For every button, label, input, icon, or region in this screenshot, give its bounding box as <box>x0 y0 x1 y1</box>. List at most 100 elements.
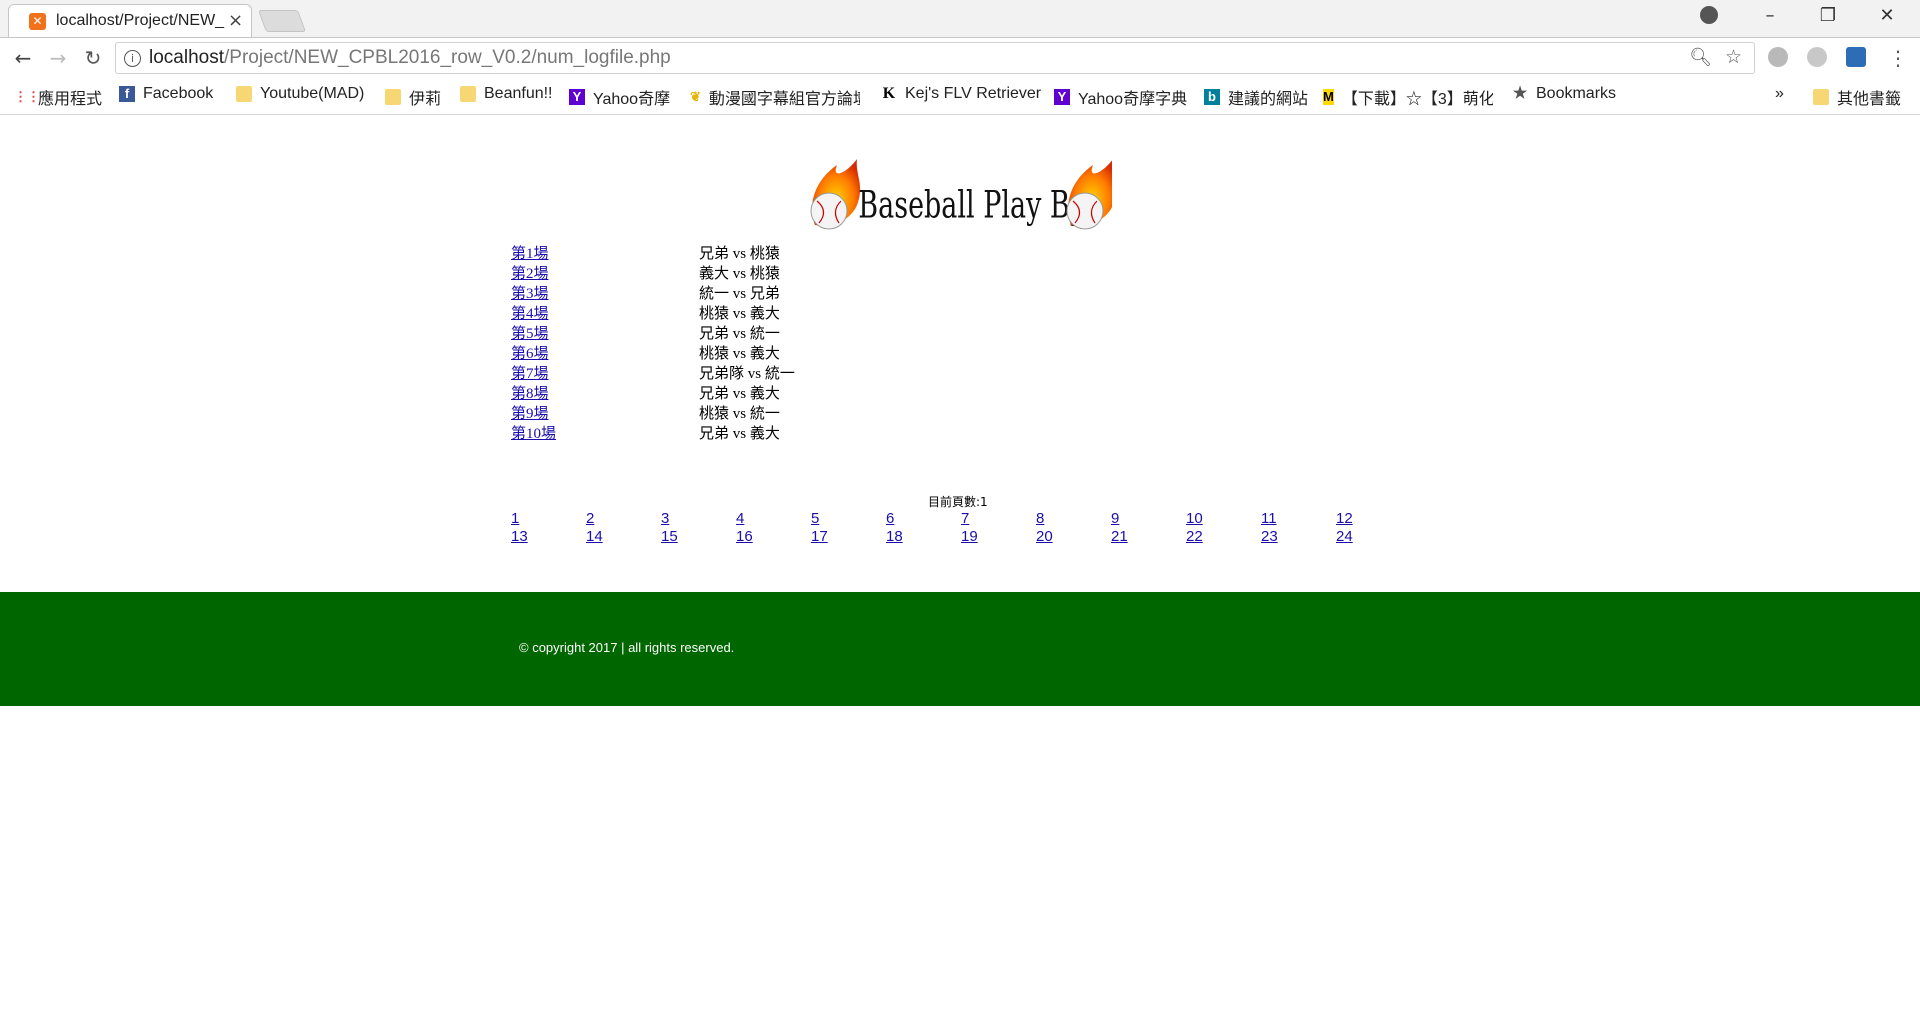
yahoo-icon: Y <box>569 89 585 105</box>
tab-strip: ✕ localhost/Project/NEW_ × – ❐ ✕ <box>0 0 1920 38</box>
folder-icon <box>460 86 476 102</box>
game-teams: 桃猿 vs 義大 <box>699 306 780 322</box>
page-link[interactable]: 8 <box>1036 510 1044 527</box>
page-link[interactable]: 11 <box>1261 510 1277 527</box>
forward-arrow-icon[interactable]: → <box>44 46 72 70</box>
zoom-icon[interactable]: 🔍︎ <box>1689 47 1712 68</box>
bookmark-star-icon[interactable]: ☆ <box>1725 46 1742 68</box>
game-teams: 桃猿 vs 義大 <box>699 346 780 362</box>
pagination-row: 13 14 15 16 17 18 19 20 21 22 23 24 <box>511 528 1411 546</box>
page-link[interactable]: 24 <box>1336 528 1353 545</box>
flaming-baseball-icon <box>810 159 861 230</box>
tab-close-icon[interactable]: × <box>228 10 243 31</box>
page-link[interactable]: 3 <box>661 510 669 527</box>
page-link[interactable]: 6 <box>886 510 894 527</box>
game-teams: 桃猿 vs 統一 <box>699 406 780 422</box>
game-row: 第6場 桃猿 vs 義大 <box>511 342 911 362</box>
bookmark-suggested-sites[interactable]: b 建議的網站 <box>1204 85 1308 109</box>
extension-m-icon[interactable] <box>1807 47 1827 67</box>
extension-globe-icon[interactable] <box>1768 47 1788 67</box>
page-link[interactable]: 5 <box>811 510 819 527</box>
page-link[interactable]: 1 <box>511 510 519 527</box>
bookmark-yahoo-dictionary[interactable]: Y Yahoo奇摩字典 <box>1054 85 1187 109</box>
bookmark-beanfun[interactable]: Beanfun!! <box>460 85 553 103</box>
apps-grid-icon: ⋮⋮ <box>14 89 40 104</box>
game-link[interactable]: 第3場 <box>511 282 549 303</box>
game-link[interactable]: 第7場 <box>511 362 549 383</box>
page-link[interactable]: 12 <box>1336 510 1353 527</box>
bookmark-facebook[interactable]: f Facebook <box>119 85 213 103</box>
game-teams: 兄弟 vs 義大 <box>699 386 780 402</box>
game-row: 第2場 義大 vs 桃猿 <box>511 262 911 282</box>
bookmark-youtube-mad[interactable]: Youtube(MAD) <box>236 85 364 103</box>
game-row: 第10場 兄弟 vs 義大 <box>511 422 911 442</box>
game-teams: 兄弟隊 vs 統一 <box>699 366 795 382</box>
game-row: 第4場 桃猿 vs 義大 <box>511 302 911 322</box>
bookmark-eyny[interactable]: 伊莉 <box>385 85 441 109</box>
minimize-button[interactable]: – <box>1750 5 1790 26</box>
pagination-row: 1 2 3 4 5 6 7 8 9 10 11 12 <box>511 510 1411 528</box>
page-link[interactable]: 16 <box>736 528 753 545</box>
bookmark-other-bookmarks[interactable]: 其他書籤 <box>1813 85 1901 109</box>
page-link[interactable]: 20 <box>1036 528 1053 545</box>
address-bar[interactable]: i localhost/Project/NEW_CPBL2016_row_V0.… <box>115 42 1755 74</box>
page-footer: © copyright 2017 | all rights reserved. <box>0 592 1920 706</box>
star-icon: ★ <box>1512 85 1528 102</box>
game-row: 第8場 兄弟 vs 義大 <box>511 382 911 402</box>
bookmark-bookmarks[interactable]: ★ Bookmarks <box>1512 85 1616 103</box>
bookmarks-bar: ⋮⋮ 應用程式 f Facebook Youtube(MAD) 伊莉 Beanfun… <box>0 80 1920 115</box>
page-link[interactable]: 23 <box>1261 528 1278 545</box>
game-teams: 統一 vs 兄弟 <box>699 286 780 302</box>
bookmark-download[interactable]: M 【下載】☆【3】萌化 <box>1323 85 1493 109</box>
game-link[interactable]: 第4場 <box>511 302 549 323</box>
reload-icon[interactable]: ↻ <box>79 46 107 70</box>
game-row: 第7場 兄弟隊 vs 統一 <box>511 362 911 382</box>
page-link[interactable]: 4 <box>736 510 744 527</box>
close-window-button[interactable]: ✕ <box>1867 5 1907 26</box>
page-link[interactable]: 7 <box>961 510 969 527</box>
game-link[interactable]: 第5場 <box>511 322 549 343</box>
game-row: 第9場 桃猿 vs 統一 <box>511 402 911 422</box>
bookmark-yahoo[interactable]: Y Yahoo奇摩 <box>569 85 670 109</box>
copyright-text: © copyright 2017 | all rights reserved. <box>519 640 735 655</box>
info-icon[interactable]: i <box>124 50 141 67</box>
profile-icon[interactable] <box>1700 6 1718 24</box>
new-tab-button[interactable] <box>257 10 307 32</box>
m-icon: M <box>1323 89 1334 105</box>
page-link[interactable]: 13 <box>511 528 528 545</box>
game-teams: 兄弟 vs 桃猿 <box>699 246 780 262</box>
page-link[interactable]: 14 <box>586 528 603 545</box>
game-row: 第3場 統一 vs 兄弟 <box>511 282 911 302</box>
bookmarks-overflow-chevron-icon[interactable]: » <box>1775 85 1784 103</box>
game-link[interactable]: 第2場 <box>511 262 549 283</box>
site-icon: ❦ <box>690 89 701 104</box>
bookmark-anime-forum[interactable]: ❦ 動漫國字幕組官方論壇 <box>690 85 860 109</box>
folder-icon <box>236 86 252 102</box>
game-link[interactable]: 第9場 <box>511 402 549 423</box>
page-link[interactable]: 21 <box>1111 528 1128 545</box>
extension-blue-icon[interactable] <box>1846 47 1866 67</box>
game-link[interactable]: 第10場 <box>511 422 556 443</box>
game-teams: 兄弟 vs 統一 <box>699 326 780 342</box>
games-list: 第1場 兄弟 vs 桃猿 第2場 義大 vs 桃猿 第3場 統一 vs 兄弟 第4場桃… <box>511 242 911 442</box>
page-link[interactable]: 2 <box>586 510 594 527</box>
menu-kebab-icon[interactable]: ⋮ <box>1888 46 1908 70</box>
page-link[interactable]: 15 <box>661 528 678 545</box>
page-link[interactable]: 22 <box>1186 528 1203 545</box>
game-row: 第5場 兄弟 vs 統一 <box>511 322 911 342</box>
page-link[interactable]: 19 <box>961 528 978 545</box>
bookmark-kej-flv[interactable]: K Kej's FLV Retriever <box>881 85 1041 103</box>
page-link[interactable]: 18 <box>886 528 903 545</box>
game-link[interactable]: 第6場 <box>511 342 549 363</box>
url-text[interactable]: localhost/Project/NEW_CPBL2016_row_V0.2/… <box>149 47 671 69</box>
game-link[interactable]: 第8場 <box>511 382 549 403</box>
bookmark-apps[interactable]: ⋮⋮ 應用程式 <box>14 85 102 109</box>
game-link[interactable]: 第1場 <box>511 242 549 263</box>
page-link[interactable]: 9 <box>1111 510 1119 527</box>
restore-button[interactable]: ❐ <box>1808 5 1848 26</box>
page-link[interactable]: 17 <box>811 528 828 545</box>
pagination: 1 2 3 4 5 6 7 8 9 10 11 12 13 14 15 16 17 18 19 20 21 22 23 24 <box>511 510 1411 546</box>
browser-tab[interactable]: ✕ localhost/Project/NEW_ × <box>8 4 252 37</box>
back-arrow-icon[interactable]: ← <box>9 46 37 70</box>
page-link[interactable]: 10 <box>1186 510 1203 527</box>
